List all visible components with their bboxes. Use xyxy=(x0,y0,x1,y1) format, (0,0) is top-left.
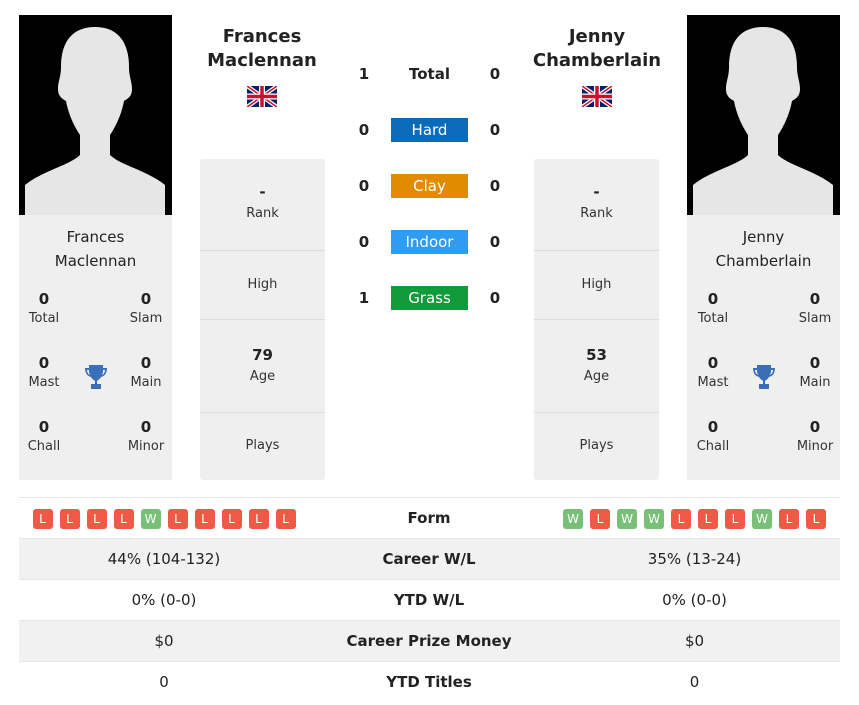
trophy-icon xyxy=(85,365,107,389)
trophy-icon xyxy=(753,365,775,389)
player2-stats: - Rank High 53 Age Plays xyxy=(534,159,659,480)
ytd-wl-row: 0% (0-0) YTD W/L 0% (0-0) xyxy=(19,579,840,620)
player2-ytd-titles: 0 xyxy=(689,673,700,691)
silhouette-icon xyxy=(25,27,165,215)
player1-ytd-titles: 0 xyxy=(159,673,169,691)
form-loss-badge[interactable]: L xyxy=(725,508,745,529)
h2h-row-indoor: 0 Indoor 0 xyxy=(340,230,520,254)
player1-main: 0 Main xyxy=(130,354,162,390)
form-loss-badge[interactable]: L xyxy=(32,508,53,529)
h2h-p2-wins: 0 xyxy=(489,289,501,307)
player1-age: 79 Age xyxy=(200,320,325,413)
player2-plays: Plays xyxy=(579,438,614,453)
h2h-p2-wins: 0 xyxy=(489,233,501,251)
uk-flag-icon xyxy=(247,86,277,107)
form-loss-badge[interactable]: L xyxy=(86,508,107,529)
form-loss-badge[interactable]: L xyxy=(167,508,188,529)
player2-high: High xyxy=(534,251,659,320)
uk-flag-icon xyxy=(582,86,612,107)
h2h-p2-wins: 0 xyxy=(489,177,501,195)
h2h-p1-wins: 1 xyxy=(358,289,370,307)
career-wl-row: 44% (104-132) Career W/L 35% (13-24) xyxy=(19,538,840,579)
comparison-table: LLLLWLLLLL Form WLWWLLLWLL 44% (104-132)… xyxy=(19,497,840,702)
form-win-badge[interactable]: W xyxy=(140,508,161,529)
player1-mast: 0 Mast xyxy=(28,354,60,390)
player1-form: LLLLWLLLLL xyxy=(19,498,309,539)
silhouette-icon xyxy=(693,27,833,215)
player2-card: Jenny Chamberlain 0 Total 0 Slam 0 Mast 0 Mai… xyxy=(687,215,840,480)
h2h-p1-wins: 0 xyxy=(358,121,370,139)
h2h-row-total: 1 Total 0 xyxy=(340,62,520,86)
form-loss-badge[interactable]: L xyxy=(221,508,242,529)
h2h-row-hard: 0 Hard 0 xyxy=(340,118,520,142)
player2-slam: 0 Slam xyxy=(798,290,832,326)
form-loss-badge[interactable]: L xyxy=(806,508,826,529)
h2h-p2-wins: 0 xyxy=(489,65,501,83)
form-win-badge[interactable]: W xyxy=(644,508,664,529)
player2-name-heading[interactable]: Jenny Chamberlain xyxy=(527,25,667,73)
ytd-wl-label: YTD W/L xyxy=(393,591,465,609)
h2h-p1-wins: 1 xyxy=(358,65,370,83)
player1-rank: - Rank xyxy=(200,159,325,251)
form-row: LLLLWLLLLL Form WLWWLLLWLL xyxy=(19,497,840,538)
h2h-surface-label: Total xyxy=(409,65,450,83)
player2-card-name: Jenny Chamberlain xyxy=(715,228,812,270)
h2h-p2-wins: 0 xyxy=(489,121,501,139)
h2h-surface-label[interactable]: Hard xyxy=(391,118,468,142)
player2-form: WLWWLLLWLL xyxy=(549,498,840,539)
h2h-surface-label[interactable]: Grass xyxy=(391,286,468,310)
player2-main: 0 Main xyxy=(799,354,831,390)
form-win-badge[interactable]: W xyxy=(752,508,772,529)
form-loss-badge[interactable]: L xyxy=(275,508,296,529)
player1-ytd-wl: 0% (0-0) xyxy=(131,591,197,609)
form-loss-badge[interactable]: L xyxy=(671,508,691,529)
form-label: Form xyxy=(407,509,451,527)
ytd-titles-label: YTD Titles xyxy=(386,673,472,691)
player1-total: 0 Total xyxy=(28,290,60,326)
player1-prize: $0 xyxy=(154,632,174,650)
ytd-titles-row: 0 YTD Titles 0 xyxy=(19,661,840,702)
h2h-p1-wins: 0 xyxy=(358,177,370,195)
player1-photo xyxy=(19,15,172,215)
form-win-badge[interactable]: W xyxy=(563,508,583,529)
form-loss-badge[interactable]: L xyxy=(113,508,134,529)
player1-plays: Plays xyxy=(245,438,280,453)
form-loss-badge[interactable]: L xyxy=(194,508,215,529)
h2h-p1-wins: 0 xyxy=(358,233,370,251)
form-loss-badge[interactable]: L xyxy=(590,508,610,529)
player1-career-wl: 44% (104-132) xyxy=(107,550,221,568)
player2-total: 0 Total xyxy=(697,290,729,326)
player1-name-heading[interactable]: Frances Maclennan xyxy=(192,25,332,73)
form-loss-badge[interactable]: L xyxy=(698,508,718,529)
player1-minor: 0 Minor xyxy=(127,418,165,454)
player1-card: Frances Maclennan 0 Total 0 Slam 0 Mast 0 Mai… xyxy=(19,215,172,480)
player2-career-wl: 35% (13-24) xyxy=(647,550,742,568)
player2-chall: 0 Chall xyxy=(696,418,730,454)
h2h-surface-label[interactable]: Indoor xyxy=(391,230,468,254)
h2h-row-clay: 0 Clay 0 xyxy=(340,174,520,198)
prize-label: Career Prize Money xyxy=(346,632,512,650)
player2-prize: $0 xyxy=(684,632,705,650)
h2h-row-grass: 1 Grass 0 xyxy=(340,286,520,310)
player2-age: 53 Age xyxy=(534,320,659,413)
player2-rank: - Rank xyxy=(534,159,659,251)
player2-photo xyxy=(687,15,840,215)
player2-mast: 0 Mast xyxy=(697,354,729,390)
player2-minor: 0 Minor xyxy=(796,418,834,454)
h2h-surface-label[interactable]: Clay xyxy=(391,174,468,198)
player1-stats: - Rank High 79 Age Plays xyxy=(200,159,325,480)
prize-money-row: $0 Career Prize Money $0 xyxy=(19,620,840,661)
form-loss-badge[interactable]: L xyxy=(59,508,80,529)
player1-slam: 0 Slam xyxy=(129,290,163,326)
form-loss-badge[interactable]: L xyxy=(779,508,799,529)
player1-chall: 0 Chall xyxy=(27,418,61,454)
career-wl-label: Career W/L xyxy=(382,550,476,568)
player1-card-name: Frances Maclennan xyxy=(54,228,137,270)
player1-high: High xyxy=(200,251,325,320)
player2-ytd-wl: 0% (0-0) xyxy=(662,591,727,609)
form-loss-badge[interactable]: L xyxy=(248,508,269,529)
form-win-badge[interactable]: W xyxy=(617,508,637,529)
